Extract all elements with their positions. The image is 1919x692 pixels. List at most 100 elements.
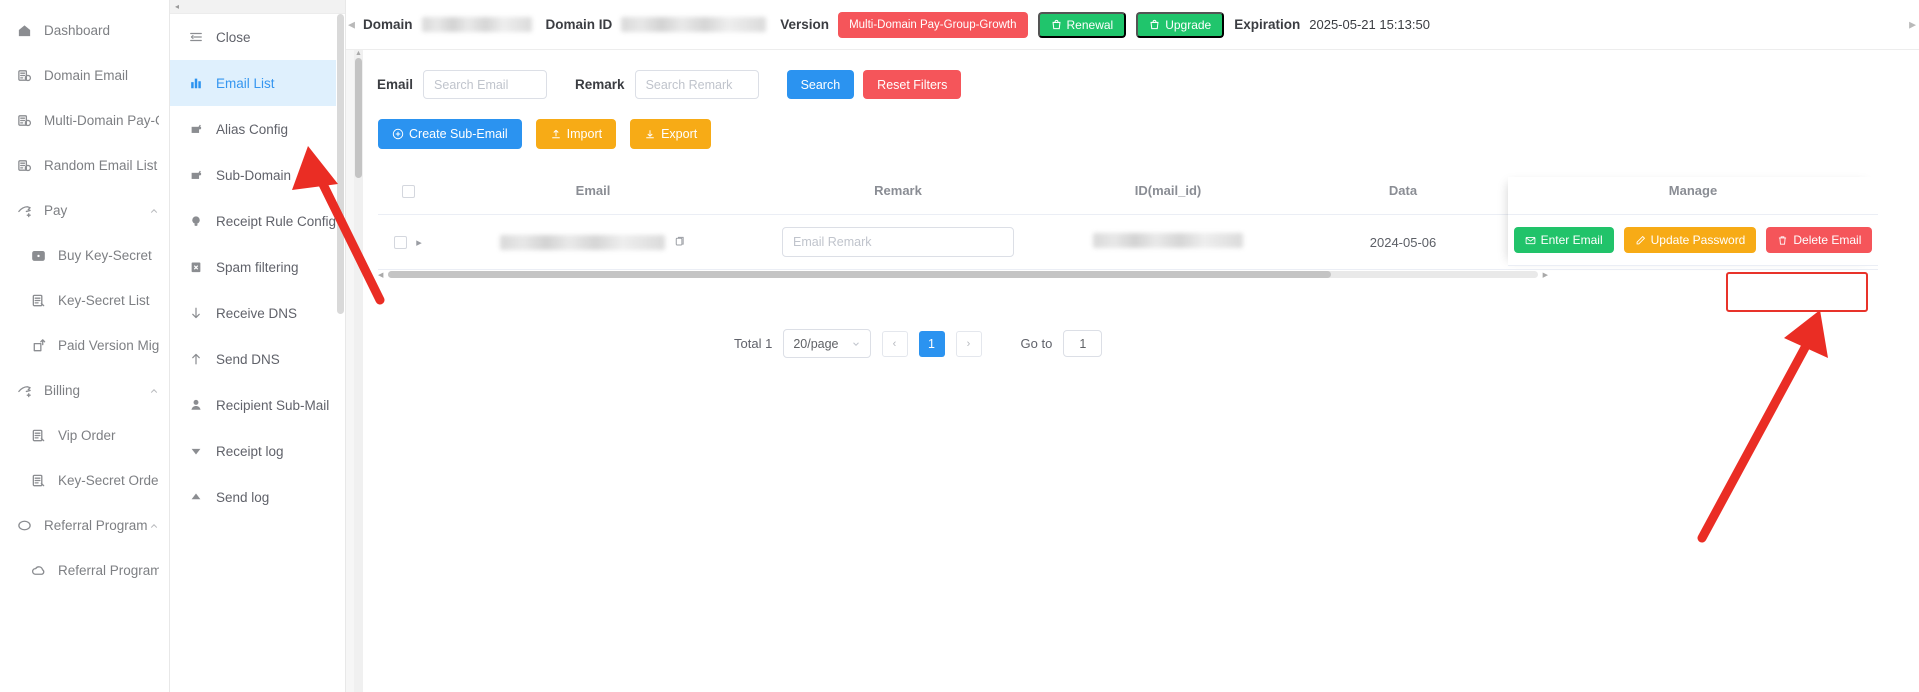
scroll-right-icon[interactable]: ▶: [1909, 19, 1916, 30]
bar-chart-icon: [188, 75, 204, 91]
arrow-down-icon: [188, 305, 204, 321]
alias-icon: [188, 121, 204, 137]
sidebar-item-billing-8[interactable]: Billing: [0, 368, 169, 413]
list-doc-icon: [32, 474, 45, 487]
sidebar-item-label: Domain Email: [44, 68, 129, 83]
sidebar-item-key-secret-order-10[interactable]: Key-Secret Order: [0, 458, 169, 503]
sidebar-item-label: Pay: [44, 203, 68, 218]
select-all-checkbox[interactable]: [401, 185, 415, 199]
next-page-button[interactable]: ›: [955, 330, 982, 357]
scroll-up-icon[interactable]: ▲: [355, 50, 362, 58]
list-doc-icon: [30, 472, 47, 489]
sidebar-item-label: Billing: [44, 383, 81, 398]
row-checkbox[interactable]: [394, 235, 408, 249]
collapse-left-icon[interactable]: ◂: [175, 2, 179, 11]
sidebar-item-key-secret-list-6[interactable]: Key-Secret List: [0, 278, 169, 323]
plus-circle-icon: [392, 128, 404, 140]
import-button[interactable]: Import: [535, 119, 617, 149]
filter-bar: Email Remark Search Reset Filters: [354, 50, 1919, 99]
create-sub-email-button[interactable]: Create Sub-Email: [378, 119, 522, 149]
hscroll-track[interactable]: [388, 271, 1538, 279]
row-select-cell: ▸: [378, 214, 438, 271]
arrow-up-icon: [188, 351, 204, 367]
domain-email-icon: [18, 70, 32, 82]
renewal-button[interactable]: Renewal: [1037, 11, 1127, 38]
home-icon: [16, 22, 33, 39]
panel-item-alias-config[interactable]: Alias Config: [170, 106, 345, 152]
copy-icon[interactable]: [674, 236, 686, 248]
sidebar-item-referral-program-12[interactable]: Referral Program: [0, 548, 169, 593]
upgrade-button[interactable]: Upgrade: [1136, 11, 1225, 38]
row-remark-cell: [748, 214, 1048, 271]
remark-filter-label: Remark: [575, 77, 625, 92]
row-remark-input[interactable]: [782, 227, 1014, 258]
panel-item-receipt-log[interactable]: Receipt log: [170, 428, 345, 474]
enter-email-button[interactable]: Enter Email: [1513, 227, 1614, 253]
domain-email-icon: [18, 115, 32, 127]
home-icon: [18, 25, 31, 37]
panel-item-send-log[interactable]: Send log: [170, 474, 345, 520]
search-button[interactable]: Search: [786, 70, 855, 99]
panel-item-receive-dns[interactable]: Receive DNS: [170, 290, 345, 336]
panel-item-send-dns[interactable]: Send DNS: [170, 336, 345, 382]
panel2-scroll-thumb[interactable]: [337, 14, 344, 314]
reset-filters-button[interactable]: Reset Filters: [863, 70, 962, 99]
row-email-cell: [438, 214, 748, 271]
panel-item-receipt-rule-config[interactable]: Receipt Rule Config: [170, 198, 345, 244]
update-password-button[interactable]: Update Password: [1623, 227, 1757, 253]
search-email-input[interactable]: [423, 70, 548, 99]
delete-email-button[interactable]: Delete Email: [1766, 227, 1873, 253]
row-expand-icon[interactable]: ▸: [416, 236, 422, 249]
panel-collapse-bar[interactable]: ◂: [170, 0, 345, 14]
primary-sidebar: Dashboard Domain Email Multi-Domain Pay-Gr…: [0, 0, 170, 692]
panel-item-label: Alias Config: [216, 121, 289, 137]
panel-item-close[interactable]: Close: [170, 14, 345, 60]
sidebar-item-label: Referral Program: [58, 563, 159, 578]
email-filter-label: Email: [377, 77, 414, 92]
import-label: Import: [566, 127, 603, 141]
sidebar-item-random-email-list-3[interactable]: Random Email List: [0, 143, 169, 188]
sidebar-item-paid-version-migration-7[interactable]: Paid Version Migration: [0, 323, 169, 368]
chevron-up-icon: [149, 386, 159, 396]
page-1-button[interactable]: 1: [918, 330, 945, 357]
sidebar-item-referral-program-11[interactable]: Referral Program: [0, 503, 169, 548]
sidebar-item-dashboard-0[interactable]: Dashboard: [0, 8, 169, 53]
hscroll-right-icon[interactable]: ▶: [1543, 271, 1548, 279]
sidebar-item-pay-4[interactable]: Pay: [0, 188, 169, 233]
page-size-select[interactable]: 20/page: [783, 329, 871, 359]
select-all-header: [378, 177, 438, 216]
spam-icon: [188, 259, 204, 275]
trash-icon: [1779, 235, 1787, 245]
export-button[interactable]: Export: [630, 119, 712, 149]
sidebar-item-multi-domain-pay-group-2[interactable]: Multi-Domain Pay-Group: [0, 98, 169, 143]
col-remark: Remark: [748, 177, 1048, 216]
alias-icon: [188, 167, 204, 183]
content-vertical-scrollbar[interactable]: ▲: [354, 50, 363, 692]
prev-page-button[interactable]: ‹: [881, 330, 908, 357]
panel-item-sub-domain[interactable]: Sub-Domain: [170, 152, 345, 198]
pay-icon: [18, 386, 31, 398]
pay-icon: [16, 382, 33, 399]
table-horizontal-scrollbar[interactable]: ◀ ▶: [378, 270, 1548, 279]
user-icon: [188, 397, 204, 413]
hscroll-left-icon[interactable]: ◀: [378, 271, 383, 279]
triangle-up-icon: [188, 489, 204, 505]
search-remark-input[interactable]: [634, 70, 759, 99]
sidebar-item-domain-email-1[interactable]: Domain Email: [0, 53, 169, 98]
panel-item-email-list[interactable]: Email List: [170, 60, 345, 106]
goto-page-input[interactable]: [1063, 330, 1103, 358]
scroll-left-icon[interactable]: ◀: [348, 19, 355, 30]
email-list-panel: ▲ Email Remark Search Reset Filters: [354, 50, 1919, 692]
content-scroll-thumb[interactable]: [355, 58, 362, 178]
panel-item-recipient-sub-mail[interactable]: Recipient Sub-Mail: [170, 382, 345, 428]
close-panel-icon: [188, 29, 204, 45]
panel2-scrollbar[interactable]: [336, 14, 345, 692]
bulb-icon: [188, 213, 204, 229]
sidebar-item-buy-key-secret-5[interactable]: Buy Key-Secret: [0, 233, 169, 278]
bar-chart-icon: [191, 78, 201, 89]
sidebar-item-vip-order-9[interactable]: Vip Order: [0, 413, 169, 458]
action-bar: Create Sub-Email Import Export: [354, 99, 1919, 149]
email-table-wrapper: Email Remark ID(mail_id) Data Manage: [378, 177, 1878, 271]
panel-item-spam-filtering[interactable]: Spam filtering: [170, 244, 345, 290]
hscroll-thumb[interactable]: [388, 271, 1331, 279]
